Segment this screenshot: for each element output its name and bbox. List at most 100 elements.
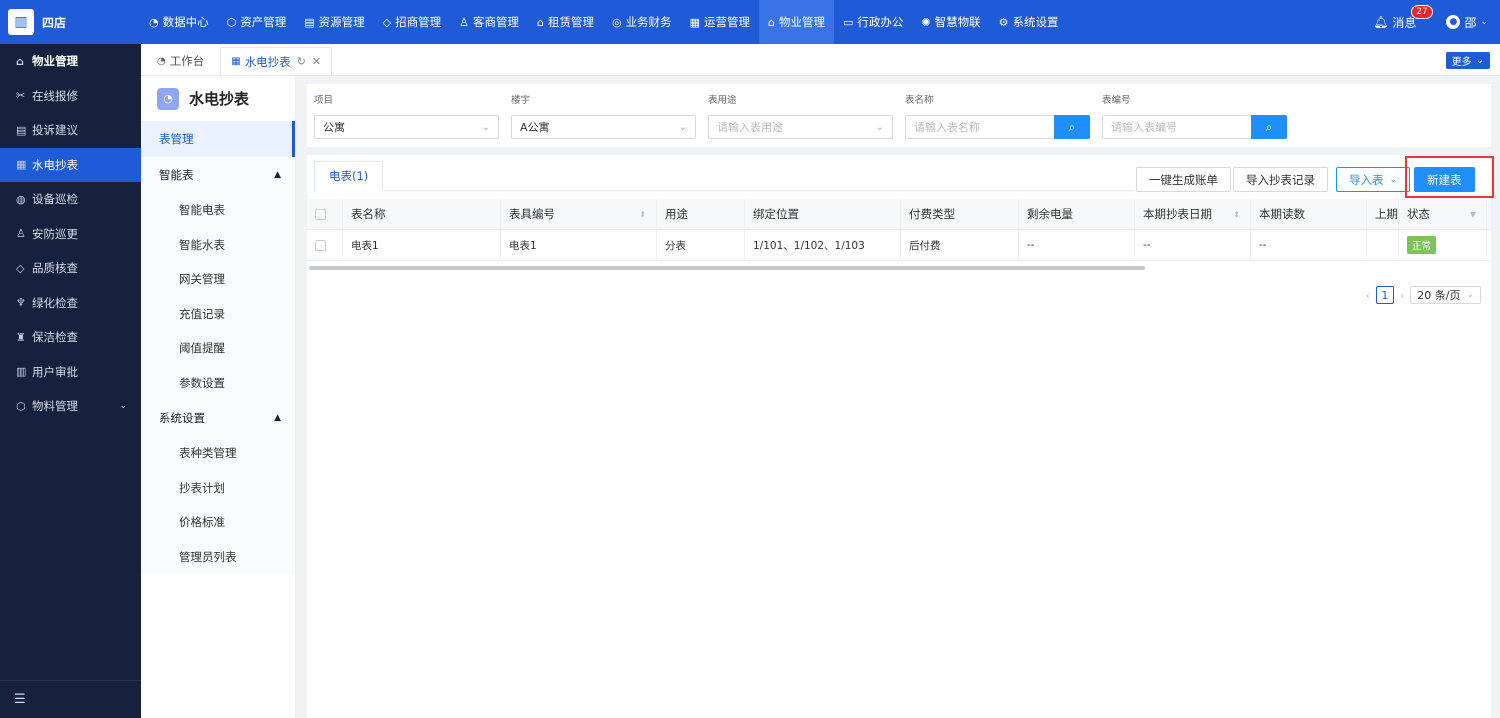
import-reading-records-button[interactable]: 导入抄表记录 [1233,167,1328,192]
tab-meter-reading-label: 水电抄表 [244,54,291,69]
sort-icon[interactable]: ⬍ [1233,210,1240,219]
sidebar-icon: ♆ [16,296,26,310]
page-number[interactable]: 1 [1375,286,1394,304]
topnav-item-4[interactable]: ♙ 客商管理 [450,0,528,44]
import-meters-button[interactable]: 导入表 ⌄ [1336,167,1411,192]
usage-select[interactable]: 请输入表用途 ⌄ [708,115,893,139]
nav-icon: ✺ [921,15,931,29]
sort-icon[interactable]: ⬍ [639,210,646,219]
submenu-meter-management[interactable]: 表管理 [141,121,295,157]
column-title: 剩余电量 [1027,207,1073,221]
topnav-item-label: 招商管理 [395,15,442,29]
topnav-item-8[interactable]: ⌂ 物业管理 [758,0,834,44]
submenu-group-label: 系统设置 [159,411,205,425]
submenu-group-0[interactable]: 智能表 ▲ [141,157,295,193]
home-icon: ⌂ [16,54,24,68]
main-sidebar: ⌂ 物业管理 ✂ 在线报修 ▤ 投诉建议 ▦ 水电抄表 ◍ 设备巡检 ♙ 安防巡更 ◇ 品质核查 ♆ 绿化… [0,44,141,718]
sidebar-item-1[interactable]: ▤ 投诉建议 [0,113,141,148]
generate-bill-button[interactable]: 一键生成账单 [1136,167,1231,192]
submenu-item[interactable]: 管理员列表 [141,540,295,575]
sidebar-header[interactable]: ⌂ 物业管理 [0,44,141,79]
horizontal-scrollbar[interactable] [309,266,1145,270]
close-icon[interactable]: ✕ [312,55,321,68]
search-icon[interactable]: ⌕ [1054,115,1090,139]
tab-workbench[interactable]: ◔ 工作台 [147,47,214,75]
collapse-menu-icon[interactable]: ☰ [0,680,141,718]
chevron-up-icon: ▲ [274,413,281,423]
messages-button[interactable]: 🔔︎ 消息 27 [1373,4,1433,31]
table-header-cell: 付费类型 [901,198,1019,230]
prev-page-icon[interactable]: ‹ [1365,289,1369,302]
submenu-item[interactable]: 表种类管理 [141,436,295,471]
topnav-item-3[interactable]: ◇ 招商管理 [374,0,450,44]
table-cell: 电表1 [343,229,501,261]
submenu-item[interactable]: 网关管理 [141,262,295,297]
usage-select-placeholder: 请输入表用途 [717,121,783,134]
tab-electric-meters[interactable]: 电表(1) [314,161,384,191]
sidebar-item-5[interactable]: ◇ 品质核查 [0,251,141,286]
user-name: 邵 [1464,15,1477,30]
row-checkbox[interactable] [315,239,326,251]
cell-location: 1/101、1/102、1/103 [753,239,865,252]
sidebar-item-6[interactable]: ♆ 绿化检查 [0,286,141,321]
select-all-checkbox[interactable] [315,208,326,220]
column-title: 本期读数 [1259,207,1305,221]
building-select-value: A公寓 [520,121,550,134]
table-row[interactable]: 电表1 电表1 分表 1/101、1/102、1/103 后付费 -- -- -- 正常 [307,229,1491,261]
filter-icon[interactable]: ▼ [1470,210,1476,219]
submenu-item[interactable]: 充值记录 [141,297,295,332]
submenu-item[interactable]: 智能水表 [141,228,295,263]
topnav-item-label: 行政办公 [857,15,904,29]
sidebar-icon: ▦ [16,158,27,172]
cell-reading: -- [1259,239,1267,251]
project-select[interactable]: 公寓 ⌄ [314,115,499,139]
chevron-down-icon: ⌄ [1480,17,1488,27]
submenu-item[interactable]: 抄表计划 [141,471,295,506]
topnav-item-11[interactable]: ⚙ 系统设置 [990,0,1068,44]
topnav-item-7[interactable]: ▦ 运营管理 [681,0,759,44]
chevron-down-icon: ⌄ [1466,290,1474,300]
topnav-item-10[interactable]: ✺ 智慧物联 [912,0,989,44]
calculator-icon: ▦ [231,56,241,67]
sidebar-item-7[interactable]: ♜ 保洁检查 [0,320,141,355]
topnav-item-5[interactable]: ⌂ 租赁管理 [528,0,603,44]
submenu-item[interactable]: 智能电表 [141,193,295,228]
more-tabs-button[interactable]: 更多 ⌄ [1445,52,1490,69]
table-header-cell: 剩余电量 [1019,198,1135,230]
sidebar-item-8[interactable]: ▥ 用户审批 [0,355,141,390]
sidebar-item-0[interactable]: ✂ 在线报修 [0,79,141,114]
next-page-icon[interactable]: › [1400,289,1404,302]
usage-filter-label: 表用途 [708,95,737,106]
sidebar-item-9[interactable]: ⬡ 物料管理 ⌄ [0,389,141,424]
submenu-meter-management-label: 表管理 [159,132,194,146]
nav-icon: ◔ [149,15,159,29]
user-menu[interactable]: ● 邵 ⌄ [1446,14,1488,31]
name-search-input[interactable]: 请输入表名称 ⌕ [905,115,1090,139]
page-size-select[interactable]: 20 条/页 ⌄ [1410,286,1481,304]
nav-icon: ▦ [689,15,700,29]
sidebar-icon: ✂ [16,89,26,103]
building-select[interactable]: A公寓 ⌄ [511,115,696,139]
sidebar-item-2[interactable]: ▦ 水电抄表 [0,147,141,182]
logo-text: 四店 [42,15,67,30]
top-navbar: ▥ 四店 ◔ 数据中心 ⬡ 资产管理 ▤ 资源管理 ◇ 招商管理 ♙ 客商管理 ⌂ 租赁管理 ◎ 业务财务… [0,0,1500,44]
topnav-item-0[interactable]: ◔ 数据中心 [140,0,218,44]
topnav-item-9[interactable]: ▭ 行政办公 [834,0,912,44]
submenu-item[interactable]: 阈值提醒 [141,331,295,366]
refresh-icon[interactable]: ↻ [297,55,306,68]
tab-meter-reading[interactable]: ▦ 水电抄表 ↻ ✕ [220,47,333,75]
submenu-item[interactable]: 价格标准 [141,505,295,540]
table-cell: 电表1 [501,229,657,261]
submenu-group-1[interactable]: 系统设置 ▲ [141,400,295,436]
logo[interactable]: ▥ 四店 [0,0,140,44]
import-meters-label: 导入表 [1349,172,1384,187]
topnav-item-1[interactable]: ⬡ 资产管理 [218,0,296,44]
sidebar-item-3[interactable]: ◍ 设备巡检 [0,182,141,217]
search-icon[interactable]: ⌕ [1251,115,1287,139]
topnav-item-6[interactable]: ◎ 业务财务 [603,0,681,44]
sidebar-icon: ♙ [16,227,26,241]
sidebar-item-4[interactable]: ♙ 安防巡更 [0,217,141,252]
topnav-item-2[interactable]: ▤ 资源管理 [295,0,373,44]
submenu-item[interactable]: 参数设置 [141,366,295,401]
code-search-input[interactable]: 请输入表编号 ⌕ [1102,115,1287,139]
